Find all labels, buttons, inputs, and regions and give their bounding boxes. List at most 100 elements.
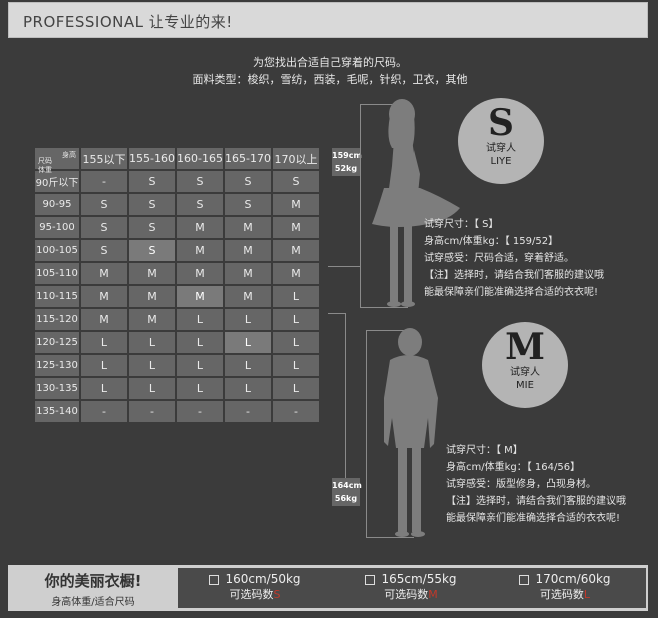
badge-name-s: LIYE: [490, 156, 512, 167]
table-cell: S: [127, 169, 177, 194]
table-cell: S: [127, 192, 177, 217]
row-label: 130-135: [33, 376, 81, 401]
table-cell: S: [175, 169, 225, 194]
measure-line-m: [366, 330, 367, 538]
table-row: 125-130 L L L L L: [33, 353, 321, 378]
column-header: 160-165: [175, 146, 225, 171]
table-cell: L: [223, 307, 273, 332]
height-tag-m: 164cm: [332, 481, 362, 490]
table-cell: M: [79, 261, 129, 286]
table-row: 120-125 L L L L L: [33, 330, 321, 355]
corner-weight-label: 体重: [38, 166, 52, 174]
table-cell: L: [271, 307, 321, 332]
table-cell: L: [223, 376, 273, 401]
info-line: 试穿尺寸：【 M】: [446, 445, 523, 456]
table-cell: M: [271, 192, 321, 217]
intro-line-2: 面料类型：梭织，雪纺，西装，毛呢，针织，卫衣，其他: [192, 73, 468, 86]
checkbox-icon[interactable]: [209, 574, 220, 585]
column-header: 155以下: [79, 146, 129, 171]
column-header: 165-170: [223, 146, 273, 171]
table-cell: M: [223, 261, 273, 286]
table-cell: L: [271, 376, 321, 401]
info-line: 身高cm/体重kg：【 164/56】: [446, 462, 581, 473]
size-badge-s: S 试穿人 LIYE: [458, 98, 544, 184]
table-cell: M: [223, 238, 273, 263]
footer-option[interactable]: 165cm/55kg 可选码数M: [336, 571, 486, 603]
row-label: 125-130: [33, 353, 81, 378]
badge-role-m: 试穿人: [510, 367, 540, 378]
column-header: 155-160: [127, 146, 177, 171]
intro-line-1: 为您找出合适自己穿着的尺码。: [253, 56, 407, 69]
header-bar: PROFESSIONAL 让专业的来!: [8, 2, 648, 38]
table-cell: S: [79, 215, 129, 240]
weight-tag-m: 56kg: [334, 494, 358, 503]
footer-option[interactable]: 160cm/50kg 可选码数S: [180, 571, 330, 603]
footer-option-label: 165cm/55kg: [381, 572, 457, 586]
table-cell: -: [271, 399, 321, 424]
table-cell: -: [223, 399, 273, 424]
footer-option-size: L: [583, 588, 591, 601]
footer-bar: 你的美丽衣橱! 身高体重/适合尺码 160cm/50kg 可选码数S 165cm…: [8, 565, 648, 611]
height-weight-tag-m: 164cm 56kg: [332, 478, 362, 506]
table-cell: L: [271, 353, 321, 378]
badge-letter-m: M: [505, 326, 545, 368]
table-row: 90-95 S S S S M: [33, 192, 321, 217]
table-row: 130-135 L L L L L: [33, 376, 321, 401]
table-cell: L: [223, 353, 273, 378]
table-cell: L: [175, 307, 225, 332]
header-title: PROFESSIONAL 让专业的来!: [23, 13, 233, 31]
info-line: 【注】选择时，请结合我们客服的建议哦: [424, 270, 604, 281]
row-label: 100-105: [33, 238, 81, 263]
table-cell: S: [175, 192, 225, 217]
size-badge-m: M 试穿人 MIE: [482, 322, 568, 408]
footer-option-sub: 可选码数: [539, 588, 584, 601]
info-line: 能最保障亲们能准确选择合适的衣衣呢!: [446, 513, 621, 524]
height-weight-tag-s: 159cm 52kg: [332, 148, 362, 176]
footer-option-size: S: [273, 588, 281, 601]
info-line: 能最保障亲们能准确选择合适的衣衣呢!: [424, 287, 599, 298]
table-header-row: 身高 尺码 体重 155以下 155-160 160-165 165-170 1…: [33, 146, 321, 174]
row-label: 110-115: [33, 284, 81, 309]
table-cell: -: [175, 399, 225, 424]
measure-line-s: [360, 104, 361, 308]
table-cell: M: [175, 261, 225, 286]
checkbox-icon[interactable]: [519, 574, 530, 585]
table-cell: L: [79, 376, 129, 401]
info-line: 【注】选择时，请结合我们客服的建议哦: [446, 496, 626, 507]
highlight-cell-l: L: [223, 330, 273, 355]
weight-tag-s: 52kg: [334, 164, 358, 173]
table-cell: -: [79, 399, 129, 424]
table-cell: L: [127, 330, 177, 355]
footer-option-size: M: [428, 588, 438, 601]
table-cell: S: [127, 215, 177, 240]
row-label: 135-140: [33, 399, 81, 424]
footer-option-label: 170cm/60kg: [535, 572, 611, 586]
model-info-s: 试穿尺寸：【 S】 身高cm/体重kg：【 159/52】 试穿感受：尺码合适，…: [424, 216, 604, 301]
footer-option-sub: 可选码数: [384, 588, 429, 601]
badge-name-m: MIE: [516, 380, 534, 391]
connector-line-s: [328, 266, 360, 267]
footer-option[interactable]: 170cm/60kg 可选码数L: [490, 571, 640, 603]
corner-height-label: 身高: [62, 151, 76, 159]
table-cell: M: [127, 307, 177, 332]
row-label: 115-120: [33, 307, 81, 332]
size-chart-table: 身高 尺码 体重 155以下 155-160 160-165 165-170 1…: [33, 146, 321, 424]
table-cell: S: [79, 238, 129, 263]
model-info-m: 试穿尺寸：【 M】 身高cm/体重kg：【 164/56】 试穿感受：版型修身，…: [446, 442, 626, 527]
badge-letter-s: S: [488, 102, 514, 144]
highlight-cell-m: M: [175, 284, 225, 309]
info-line: 身高cm/体重kg：【 159/52】: [424, 236, 559, 247]
footer-title-block: 你的美丽衣橱! 身高体重/适合尺码: [8, 565, 178, 611]
table-row: 115-120 M M L L L: [33, 307, 321, 332]
table-row: 90斤以下 - S S S S: [33, 169, 321, 194]
table-cell: M: [79, 284, 129, 309]
footer-title: 你的美丽衣橱!: [44, 572, 142, 590]
table-cell: L: [175, 353, 225, 378]
checkbox-icon[interactable]: [365, 574, 376, 585]
table-cell: S: [271, 169, 321, 194]
height-tag-s: 159cm: [332, 151, 362, 160]
footer-option-sub: 可选码数: [229, 588, 274, 601]
table-cell: -: [127, 399, 177, 424]
table-cell: L: [175, 376, 225, 401]
table-cell: L: [79, 353, 129, 378]
